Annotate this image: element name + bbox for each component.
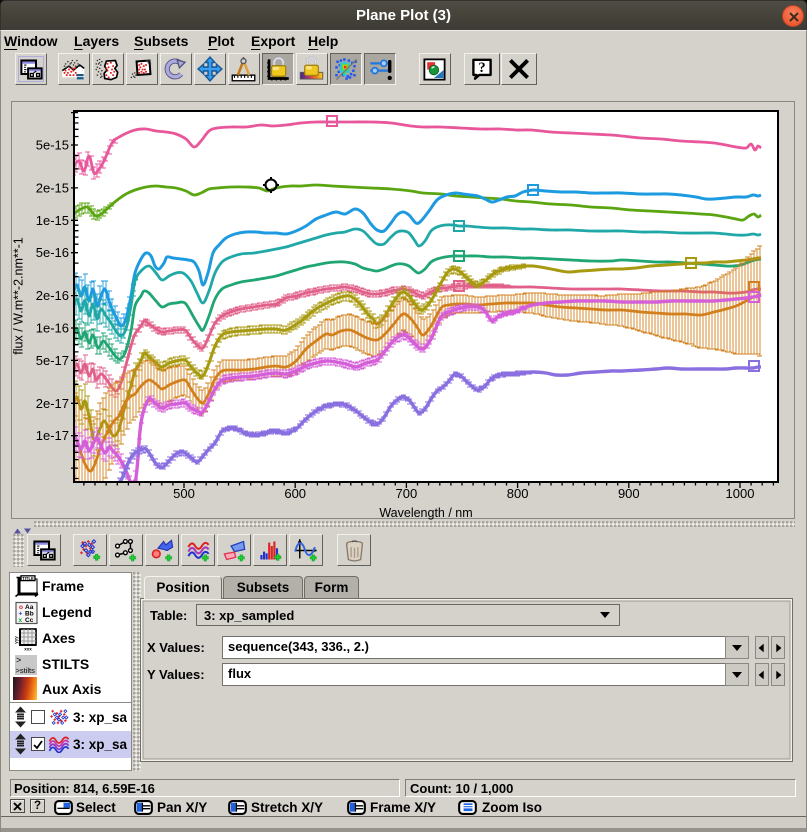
- svg-text:900: 900: [618, 486, 640, 501]
- svg-text:500: 500: [173, 486, 195, 501]
- svg-text:2e-17: 2e-17: [36, 396, 69, 411]
- svg-text:?: ?: [478, 60, 485, 76]
- svg-text:>: >: [16, 655, 21, 665]
- svg-text:800: 800: [507, 486, 529, 501]
- svg-text:5e-16: 5e-16: [36, 245, 69, 260]
- svg-text:1e-17: 1e-17: [36, 428, 69, 443]
- svg-text:1000: 1000: [726, 486, 755, 501]
- svg-text:xxx: xxx: [24, 647, 32, 652]
- svg-text:flux / W.m**-2.nm**-1: flux / W.m**-2.nm**-1: [12, 237, 26, 354]
- svg-text:Cc: Cc: [25, 617, 34, 624]
- svg-text:TITLE: TITLE: [22, 576, 34, 581]
- svg-text:5e-17: 5e-17: [36, 353, 69, 368]
- svg-text:yyy: yyy: [14, 636, 19, 644]
- svg-text:Wavelength / nm: Wavelength / nm: [379, 506, 472, 520]
- svg-text:2e-15: 2e-15: [36, 180, 69, 195]
- svg-text:600: 600: [284, 486, 306, 501]
- svg-text:700: 700: [396, 486, 418, 501]
- svg-text:5e-15: 5e-15: [36, 138, 69, 153]
- svg-text:2e-16: 2e-16: [36, 288, 69, 303]
- svg-text:1e-16: 1e-16: [36, 321, 69, 336]
- svg-text:1e-15: 1e-15: [36, 213, 69, 228]
- svg-text:>stilts: >stilts: [16, 666, 36, 675]
- svg-text:x: x: [19, 617, 23, 624]
